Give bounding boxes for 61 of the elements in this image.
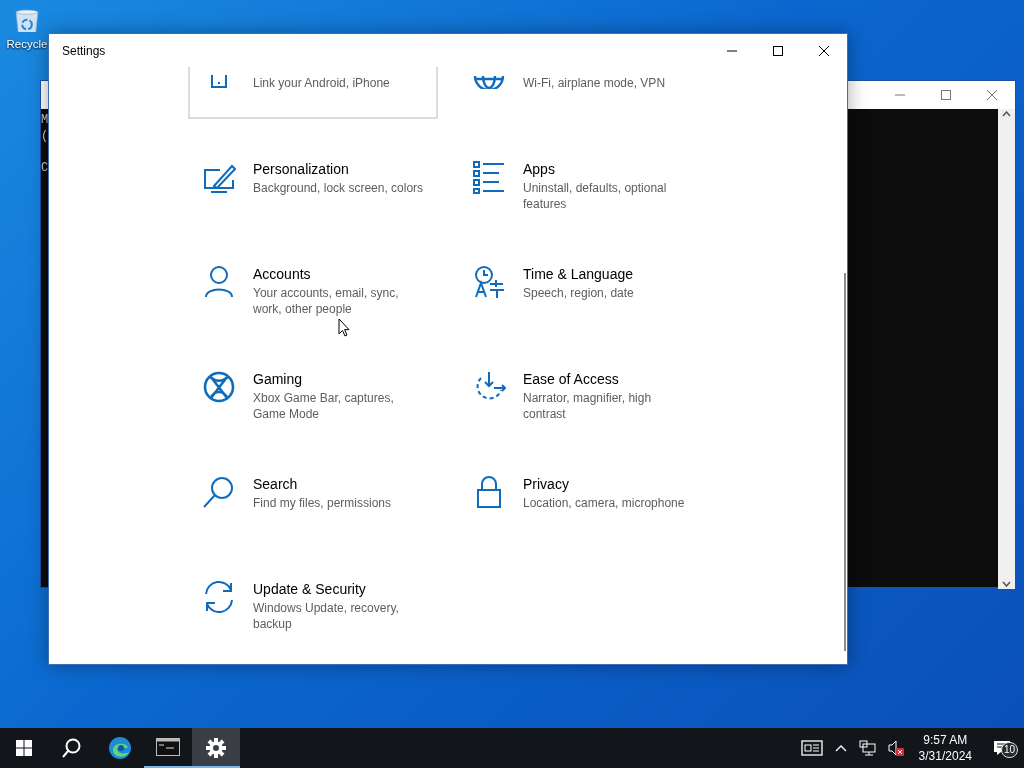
console-text: C — [41, 160, 49, 176]
settings-tile[interactable]: Gaming Xbox Game Bar, captures, Game Mode — [188, 356, 438, 434]
tile-title: Accounts — [253, 265, 312, 283]
settings-tile[interactable]: Personalization Background, lock screen, colors — [188, 146, 438, 224]
settings-tile[interactable]: Privacy Location, camera, microphone — [458, 461, 708, 539]
person-icon — [202, 265, 236, 299]
notification-count: 10 — [1001, 742, 1019, 758]
tile-description: Link your Android, iPhone — [253, 75, 391, 91]
tile-title: Gaming — [253, 370, 304, 388]
tile-description: Uninstall, defaults, optional features — [523, 180, 668, 212]
chevron-up-icon[interactable] — [834, 744, 847, 752]
tile-description: Find my files, permissions — [253, 495, 393, 511]
xbox-icon — [202, 370, 236, 404]
tile-title: Personalization — [253, 160, 350, 178]
globe-icon — [472, 74, 506, 89]
settings-tile[interactable]: Time & Language Speech, region, date — [458, 251, 708, 329]
tile-description: Your accounts, email, sync, work, other people — [253, 285, 400, 317]
cursor-icon — [338, 318, 350, 337]
scrollbar[interactable] — [998, 109, 1015, 589]
tile-description: Location, camera, microphone — [523, 495, 686, 511]
tile-description: Wi-Fi, airplane mode, VPN — [523, 75, 667, 91]
search-icon[interactable] — [62, 738, 82, 758]
console-text: M — [41, 112, 49, 128]
clock-letter-icon — [472, 265, 506, 299]
browser-icon[interactable] — [108, 736, 132, 760]
tile-description: Background, lock screen, colors — [253, 180, 424, 196]
list-icon — [472, 160, 506, 194]
scroll-down-icon[interactable] — [1002, 581, 1011, 587]
windows-icon[interactable] — [15, 739, 33, 757]
news-icon[interactable] — [800, 740, 823, 756]
tile-description: Speech, region, date — [523, 285, 635, 301]
close-icon[interactable] — [819, 45, 829, 56]
tile-title: Time & Language — [523, 265, 634, 283]
maximize-icon[interactable] — [773, 45, 783, 56]
clock[interactable]: 9:57 AM 3/31/2024 — [910, 728, 980, 768]
tile-description: Xbox Game Bar, captures, Game Mode — [253, 390, 395, 422]
tile-title: Search — [253, 475, 299, 493]
tile-description: Narrator, magnifier, high contrast — [523, 390, 653, 422]
scrollbar-thumb[interactable] — [844, 273, 846, 651]
settings-tile[interactable]: Apps Uninstall, defaults, optional features — [458, 146, 708, 224]
window-title: Settings — [61, 42, 107, 60]
tile-title: Ease of Access — [523, 370, 620, 388]
gear-icon[interactable] — [206, 738, 226, 758]
tile-title: Privacy — [523, 475, 570, 493]
settings-tile[interactable]: Link your Android, iPhone — [188, 67, 438, 119]
search-icon — [202, 475, 236, 509]
console-text: ( — [41, 128, 49, 144]
recycle-bin-icon[interactable] — [12, 8, 42, 32]
tile-description: Windows Update, recovery, backup — [253, 600, 400, 632]
sync-icon — [202, 580, 236, 614]
network-icon[interactable] — [858, 740, 876, 756]
desktop-icon-label[interactable]: Recycle — [6, 36, 48, 54]
settings-tile[interactable]: Search Find my files, permissions — [188, 461, 438, 539]
settings-tile[interactable]: Accounts Your accounts, email, sync, work, other people — [188, 251, 438, 329]
settings-tile[interactable]: Wi-Fi, airplane mode, VPN — [458, 67, 708, 119]
settings-tile[interactable]: Update & Security Windows Update, recovery, backup — [188, 566, 438, 644]
muted-speaker-icon[interactable] — [887, 740, 905, 756]
settings-tile[interactable]: Ease of Access Narrator, magnifier, high contrast — [458, 356, 708, 434]
scroll-up-icon[interactable] — [1002, 111, 1011, 117]
tile-title: Apps — [523, 160, 556, 178]
tile-title: Update & Security — [253, 580, 367, 598]
